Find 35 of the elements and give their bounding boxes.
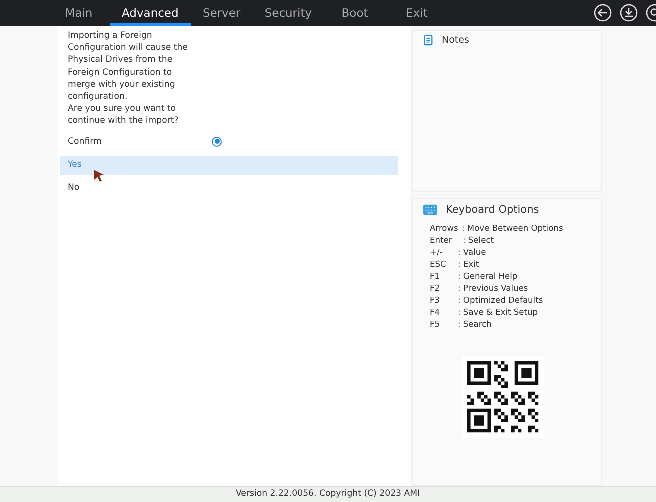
menu-tab[interactable]: Main: [48, 0, 110, 26]
key-action: : Save & Exit Setup: [458, 306, 538, 318]
panel-title: Keyboard Options: [446, 204, 540, 216]
menu-tab[interactable]: Boot: [324, 0, 386, 26]
radio-button[interactable]: [212, 136, 222, 147]
mouse-pointer-icon: [93, 169, 105, 183]
key-name: F1: [430, 270, 442, 282]
menu-tab[interactable]: Server: [190, 0, 253, 26]
key-name: F5: [430, 318, 442, 330]
key-action: : Search: [458, 318, 492, 330]
status-bar: Version 2.22.0056. Copyright (C) 2023 AMI: [0, 486, 656, 502]
warning-message: Importing a Foreign Configuration will cause the Physical Drives from the Foreign Configuration to merge with your existing configuration. Are you sure you want to continue with the import?: [68, 30, 189, 128]
key-action: : Exit: [458, 258, 480, 270]
key-name: F2: [430, 282, 442, 294]
key-name: F3: [430, 294, 442, 306]
panel-title: Notes: [442, 35, 470, 46]
key-action: : General Help: [458, 270, 518, 282]
key-name: F4: [430, 306, 442, 318]
key-name: ESC: [430, 258, 448, 270]
qr-code-icon: [462, 356, 544, 438]
confirm-label: Confirm: [68, 136, 103, 147]
download-icon[interactable]: [620, 4, 638, 22]
key-action: : Move Between Options: [462, 222, 564, 234]
key-action: : Previous Values: [458, 282, 528, 294]
keyboard-icon: [423, 203, 438, 216]
key-action: : Select: [463, 234, 494, 246]
menu-tab[interactable]: Exit: [386, 0, 448, 26]
menu-tab[interactable]: Security: [252, 0, 324, 26]
key-name: Enter: [430, 234, 454, 246]
key-name: +/-: [430, 246, 444, 258]
key-action: : Optimized Defaults: [458, 294, 544, 306]
key-name: Arrows: [430, 222, 460, 234]
notes-icon: [423, 35, 434, 46]
option-item[interactable]: No: [60, 178, 398, 198]
key-action: : Value: [458, 246, 486, 258]
